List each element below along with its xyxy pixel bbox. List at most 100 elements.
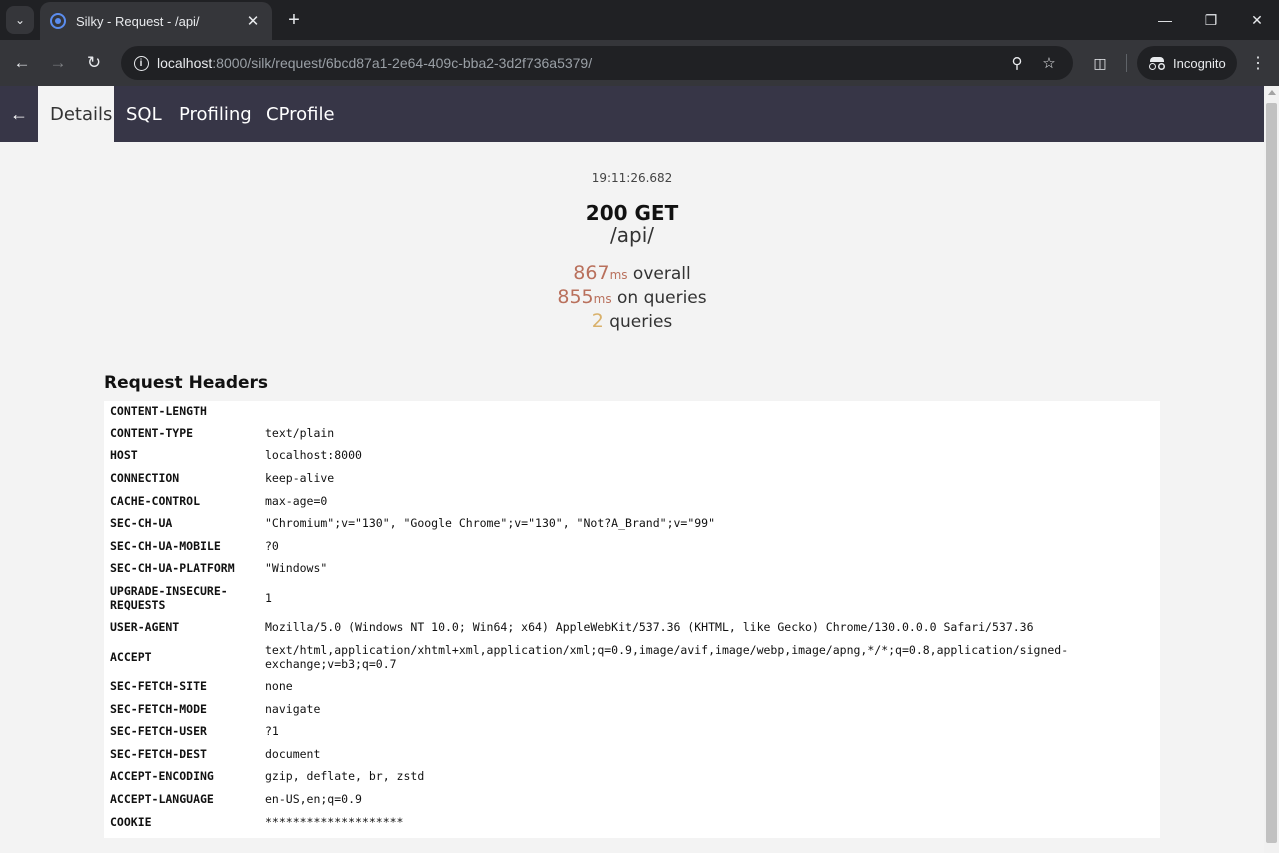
queries-time-value: 855 [557, 286, 594, 308]
toolbar-divider [1126, 54, 1127, 72]
header-value: document [265, 746, 321, 761]
table-row: CONNECTION keep-alive [104, 467, 1160, 490]
extensions-icon[interactable]: ◫ [1088, 51, 1112, 75]
scroll-thumb[interactable] [1266, 103, 1277, 843]
table-row: USER-AGENT Mozilla/5.0 (Windows NT 10.0; … [104, 617, 1160, 639]
tab-profiling[interactable]: Profiling [167, 86, 264, 142]
overall-unit: ms [609, 268, 628, 282]
header-key: SEC-CH-UA-MOBILE [110, 538, 221, 553]
site-info-icon[interactable]: i [129, 51, 153, 75]
query-count-value: 2 [591, 310, 604, 332]
header-key: ACCEPT-ENCODING [110, 769, 214, 784]
table-row: SEC-FETCH-USER ?1 [104, 721, 1160, 743]
request-path: /api/ [610, 223, 654, 247]
overall-value: 867 [573, 262, 610, 284]
header-key: SEC-CH-UA [110, 516, 173, 531]
table-row: CACHE-CONTROL max-age=0 [104, 490, 1160, 513]
minimize-icon[interactable]: — [1153, 8, 1177, 32]
header-value: text/html,application/xhtml+xml,applicat… [265, 643, 1069, 671]
table-row: SEC-CH-UA "Chromium";v="130", "Google Chr… [104, 513, 1160, 535]
header-value: gzip, deflate, br, zstd [265, 769, 425, 784]
favicon-icon [50, 13, 66, 29]
header-key: SEC-FETCH-DEST [110, 746, 207, 761]
tab-details[interactable]: Details [38, 86, 114, 142]
header-value: none [265, 679, 293, 694]
address-bar[interactable]: i localhost:8000/silk/request/6bcd87a1-2… [121, 46, 1073, 80]
header-key: SEC-FETCH-USER [110, 724, 207, 739]
status-method: 200 GET [585, 201, 679, 225]
header-key: SEC-FETCH-MODE [110, 701, 207, 716]
star-icon[interactable]: ☆ [1037, 51, 1061, 75]
profile-label: Incognito [1173, 55, 1226, 71]
scroll-up-icon[interactable] [1268, 90, 1276, 95]
back-arrow-icon[interactable]: ← [0, 86, 38, 142]
overall-time: 867ms overall [0, 262, 1264, 284]
menu-icon[interactable]: ⋮ [1248, 51, 1268, 75]
header-value: en-US,en;q=0.9 [265, 791, 362, 806]
browser-tab[interactable]: Silky - Request - /api/ ✕ [40, 2, 272, 40]
header-key: COOKIE [110, 815, 152, 830]
queries-time-label: on queries [616, 288, 707, 308]
overall-label: overall [632, 264, 691, 284]
request-headers-title: Request Headers [104, 373, 269, 393]
header-key: ACCEPT-LANGUAGE [110, 791, 214, 806]
profile-button[interactable]: Incognito [1137, 46, 1237, 80]
table-row: HOST localhost:8000 [104, 445, 1160, 467]
header-value: ?0 [265, 538, 279, 553]
table-row: UPGRADE-INSECURE-REQUESTS 1 [104, 580, 1160, 617]
header-value: "Chromium";v="130", "Google Chrome";v="1… [265, 516, 716, 531]
header-value: keep-alive [265, 470, 335, 485]
request-headers-table: CONTENT-LENGTH CONTENT-TYPE text/plain HOST… [104, 401, 1160, 835]
window-close-icon[interactable]: ✕ [1245, 8, 1269, 32]
tab-cprofile[interactable]: CProfile [254, 86, 347, 142]
zoom-icon[interactable]: ⚲ [1005, 51, 1029, 75]
header-key: ACCEPT [110, 649, 152, 664]
header-key: HOST [110, 448, 138, 463]
request-headers-panel: CONTENT-LENGTH CONTENT-TYPE text/plain HOST… [104, 401, 1160, 838]
reload-icon[interactable]: ↻ [82, 51, 106, 75]
header-value: ******************** [265, 815, 404, 830]
page-viewport: ← Details SQL Profiling CProfile 19:11:2… [0, 86, 1264, 853]
request-time: 19:11:26.682 [591, 171, 673, 185]
table-row: ACCEPT text/html,application/xhtml+xml,ap… [104, 639, 1160, 676]
queries-time: 855ms on queries [0, 286, 1264, 308]
header-value [259, 401, 1160, 422]
url-text[interactable]: localhost:8000/silk/request/6bcd87a1-2e6… [157, 55, 592, 71]
table-row: SEC-CH-UA-MOBILE ?0 [104, 535, 1160, 558]
table-row: ACCEPT-ENCODING gzip, deflate, br, zstd [104, 766, 1160, 788]
tab-sql[interactable]: SQL [114, 86, 174, 142]
tab-title: Silky - Request - /api/ [76, 13, 200, 29]
silk-nav-bar: ← Details SQL Profiling CProfile [0, 86, 1264, 142]
browser-toolbar: ← → ↻ i localhost:8000/silk/request/6bcd… [0, 40, 1279, 86]
header-key: SEC-FETCH-SITE [110, 679, 207, 694]
restore-icon[interactable]: ❐ [1199, 8, 1223, 32]
table-row: SEC-FETCH-DEST document [104, 743, 1160, 766]
header-value: navigate [265, 701, 321, 716]
table-row: CONTENT-LENGTH [104, 401, 1160, 422]
table-row: ACCEPT-LANGUAGE en-US,en;q=0.9 [104, 788, 1160, 811]
table-row: SEC-CH-UA-PLATFORM "Windows" [104, 558, 1160, 580]
query-count: 2 queries [0, 310, 1264, 332]
header-key: CONNECTION [110, 470, 180, 485]
query-count-label: queries [609, 312, 673, 332]
header-value: localhost:8000 [265, 448, 362, 463]
forward-icon[interactable]: → [46, 51, 70, 75]
header-value: max-age=0 [265, 493, 328, 508]
header-value: Mozilla/5.0 (Windows NT 10.0; Win64; x64… [265, 620, 1034, 635]
tab-search-icon[interactable]: ⌄ [6, 6, 34, 34]
back-icon[interactable]: ← [10, 51, 34, 75]
header-key: CACHE-CONTROL [110, 493, 201, 508]
header-value: 1 [265, 590, 272, 605]
header-key: USER-AGENT [110, 620, 180, 635]
plus-icon[interactable]: + [282, 8, 306, 32]
scrollbar[interactable] [1264, 86, 1279, 853]
tab-strip: ⌄ Silky - Request - /api/ ✕ + — ❐ ✕ [0, 0, 1279, 40]
close-icon[interactable]: ✕ [244, 12, 262, 30]
table-row: SEC-FETCH-SITE none [104, 676, 1160, 698]
header-key: CONTENT-LENGTH [110, 403, 207, 418]
table-row: COOKIE ******************** [104, 811, 1160, 835]
header-value: "Windows" [265, 561, 328, 576]
incognito-icon [1149, 57, 1165, 70]
header-key: UPGRADE-INSECURE-REQUESTS [110, 584, 228, 612]
table-row: CONTENT-TYPE text/plain [104, 422, 1160, 445]
